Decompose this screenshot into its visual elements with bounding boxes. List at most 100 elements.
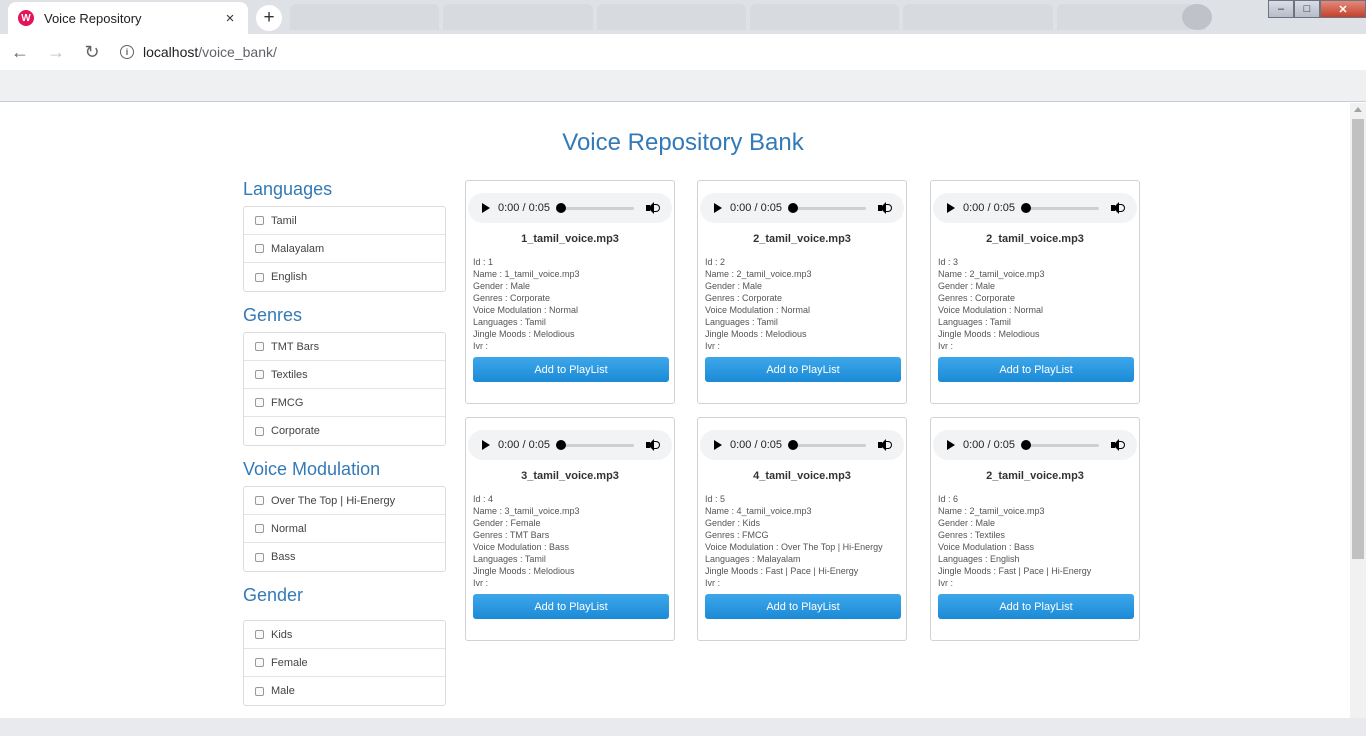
meta-voice-modulation: Voice Modulation : Bass [473,542,570,552]
play-icon[interactable] [947,203,955,213]
voice-meta: Id : 1 Name : 1_tamil_voice.mp3 Gender :… [473,256,580,352]
meta-id: Id : 6 [938,494,959,504]
audio-seek-knob[interactable] [556,440,566,450]
url-field[interactable]: i localhost/voice_bank/ [120,44,277,60]
tab-close-icon[interactable]: × [222,10,238,27]
filter-option[interactable]: English [244,263,445,291]
filter-option-label: Tamil [271,214,297,227]
maximize-icon[interactable]: □ [1294,0,1320,18]
volume-icon[interactable] [878,202,892,214]
background-tab[interactable] [903,4,1053,30]
play-icon[interactable] [947,440,955,450]
checkbox[interactable] [255,398,264,407]
background-tab[interactable] [749,4,900,30]
audio-seek-bar[interactable] [788,440,866,450]
voice-file-name: 2_tamil_voice.mp3 [753,233,851,245]
audio-seek-bar[interactable] [1021,203,1099,213]
meta-name: Name : 1_tamil_voice.mp3 [473,269,580,279]
filter-option[interactable]: Normal [244,515,445,543]
checkbox[interactable] [255,658,264,667]
window-bottom-edge [0,718,1366,736]
meta-name: Name : 2_tamil_voice.mp3 [938,269,1045,279]
checkbox[interactable] [255,370,264,379]
filter-option[interactable]: Male [244,677,445,705]
audio-seek-knob[interactable] [556,203,566,213]
checkbox[interactable] [255,272,264,282]
checkbox[interactable] [255,342,264,351]
site-info-icon[interactable]: i [120,45,134,59]
scroll-thumb[interactable] [1352,119,1364,559]
add-to-playlist-button[interactable]: Add to PlayList [705,357,901,382]
add-to-playlist-button[interactable]: Add to PlayList [938,594,1134,619]
meta-ivr: Ivr : [938,341,953,351]
filter-option[interactable]: Kids [244,621,445,649]
filter-option[interactable]: Malayalam [244,235,445,263]
audio-seek-knob[interactable] [1021,440,1031,450]
play-icon[interactable] [714,440,722,450]
url-host: localhost [143,44,199,60]
add-to-playlist-button[interactable]: Add to PlayList [705,594,901,619]
background-tabs [290,4,1210,30]
filter-option[interactable]: Textiles [244,361,445,389]
minimize-icon[interactable]: – [1268,0,1294,18]
scroll-up-arrow-icon[interactable] [1354,107,1362,112]
audio-player: 0:00 / 0:05 [933,193,1137,223]
checkbox[interactable] [255,630,264,639]
filter-option[interactable]: Bass [244,543,445,571]
tab-title: Voice Repository [44,10,142,26]
filter-option[interactable]: Corporate [244,417,445,445]
filter-heading: Voice Modulation [243,459,381,479]
volume-icon[interactable] [1111,439,1125,451]
audio-seek-bar[interactable] [556,440,634,450]
filter-section-gender: Gender Kids Female Male [243,584,446,706]
browser-tab-active[interactable]: W Voice Repository × [8,2,248,34]
page-scrollbar[interactable] [1350,103,1366,718]
play-icon[interactable] [714,203,722,213]
filter-option[interactable]: Over The Top | Hi-Energy [244,487,445,515]
add-to-playlist-button[interactable]: Add to PlayList [473,594,669,619]
filter-heading: Languages [243,179,333,199]
checkbox[interactable] [255,244,264,253]
meta-jingle-moods: Jingle Moods : Fast | Pace | Hi-Energy [705,566,859,576]
background-tab[interactable] [596,4,746,30]
audio-seek-bar[interactable] [556,203,634,213]
background-tab[interactable] [290,4,440,30]
audio-time: 0:00 / 0:05 [730,439,782,451]
background-tab[interactable] [443,4,593,30]
audio-seek-knob[interactable] [1021,203,1031,213]
volume-icon[interactable] [878,439,892,451]
audio-seek-knob[interactable] [788,440,798,450]
checkbox[interactable] [255,686,264,696]
audio-time: 0:00 / 0:05 [498,202,550,214]
meta-gender: Gender : Male [938,281,996,291]
play-icon[interactable] [482,203,490,213]
voice-file-name: 4_tamil_voice.mp3 [753,470,851,482]
volume-icon[interactable] [646,202,660,214]
voice-card: 0:00 / 0:05 2_tamil_voice.mp3 Id : 6 Nam… [930,417,1140,641]
filter-option[interactable]: TMT Bars [244,333,445,361]
play-icon[interactable] [482,440,490,450]
audio-seek-bar[interactable] [788,203,866,213]
audio-seek-knob[interactable] [788,203,798,213]
checkbox[interactable] [255,426,264,436]
checkbox[interactable] [255,496,264,505]
back-arrow-icon[interactable]: ← [4,36,36,68]
filter-option[interactable]: Female [244,649,445,677]
checkbox[interactable] [255,216,264,225]
reload-icon[interactable]: ↻ [76,36,108,68]
new-tab-button[interactable]: + [256,5,282,31]
filter-option[interactable]: Tamil [244,207,445,235]
add-to-playlist-button[interactable]: Add to PlayList [473,357,669,382]
add-to-playlist-button[interactable]: Add to PlayList [938,357,1134,382]
checkbox[interactable] [255,524,264,533]
meta-voice-modulation: Voice Modulation : Normal [938,305,1044,315]
profile-avatar-icon[interactable] [1182,4,1212,30]
close-window-icon[interactable]: ✕ [1320,0,1366,18]
volume-icon[interactable] [1111,202,1125,214]
filter-option[interactable]: FMCG [244,389,445,417]
volume-icon[interactable] [646,439,660,451]
forward-arrow-icon[interactable]: → [40,36,72,68]
audio-seek-bar[interactable] [1021,440,1099,450]
checkbox[interactable] [255,552,264,562]
meta-gender: Gender : Male [938,518,996,528]
